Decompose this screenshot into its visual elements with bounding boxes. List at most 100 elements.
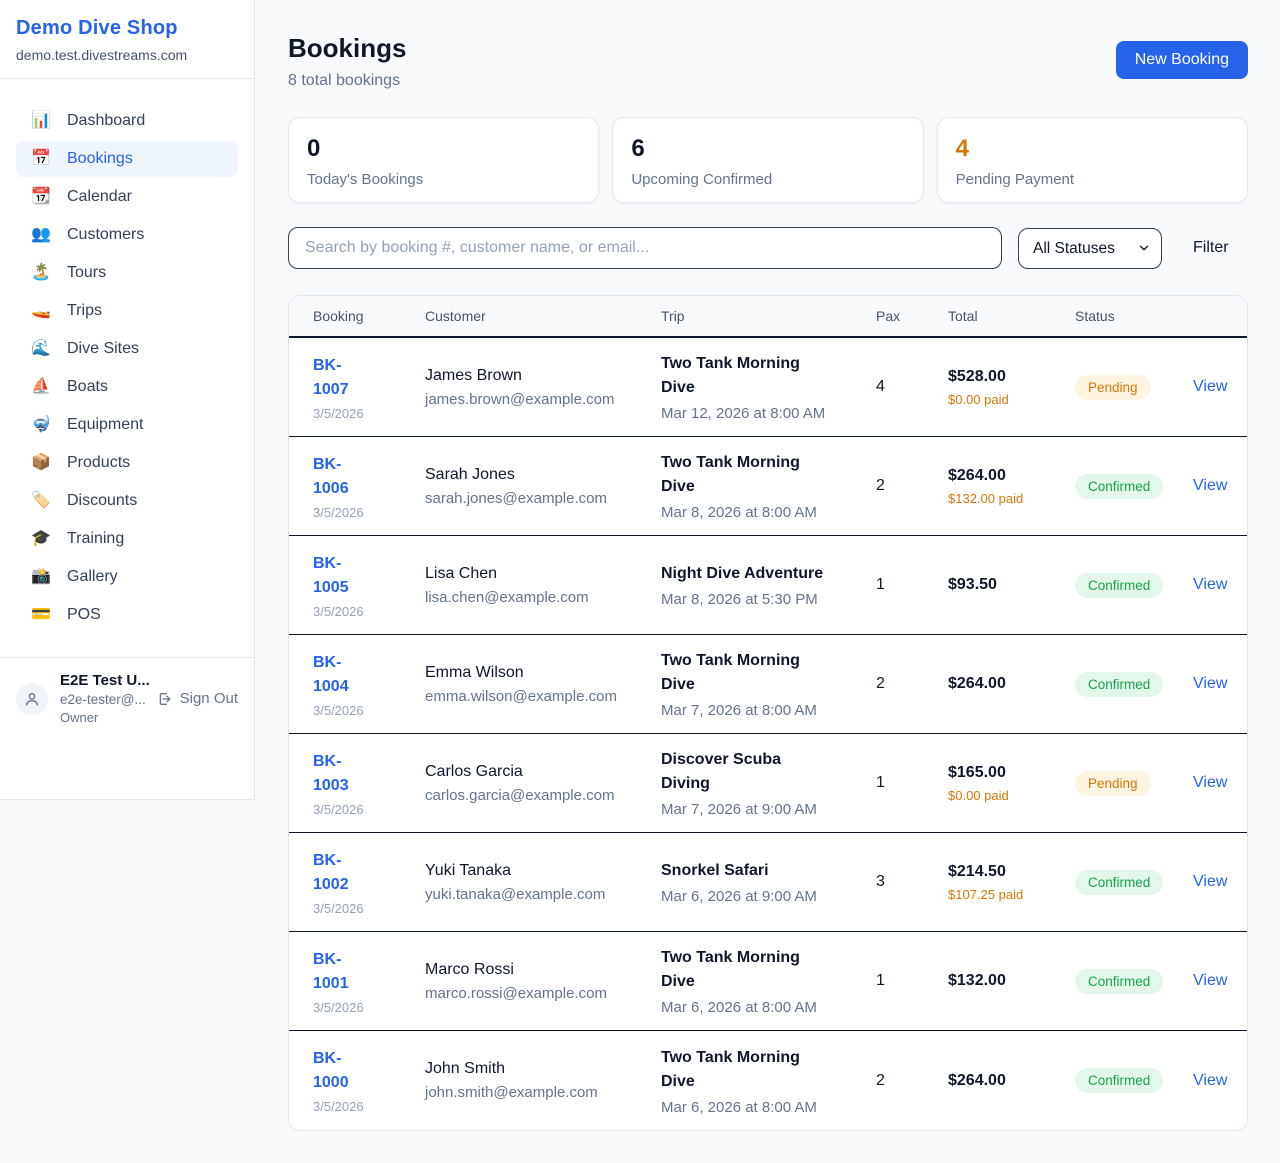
sidebar-item-discounts[interactable]: 🏷️ Discounts: [16, 483, 238, 519]
new-booking-button[interactable]: New Booking: [1116, 41, 1248, 79]
total-amount: $93.50: [948, 576, 1075, 594]
view-link[interactable]: View: [1193, 378, 1227, 396]
status-filter-wrap: All Statuses: [1018, 228, 1162, 269]
customer-name: James Brown: [425, 367, 661, 385]
page-title-block: Bookings 8 total bookings: [288, 33, 406, 90]
status-badge: Pending: [1075, 375, 1151, 400]
sidebar-item-tours[interactable]: 🏝️ Tours: [16, 255, 238, 291]
trip-name: Two Tank Morning Dive: [661, 352, 833, 400]
trip-cell: Two Tank Morning Dive Mar 6, 2026 at 8:0…: [661, 1046, 876, 1116]
sidebar-item-products[interactable]: 📦 Products: [16, 445, 238, 481]
customer-cell: Lisa Chen lisa.chen@example.com: [425, 565, 661, 606]
view-link[interactable]: View: [1193, 972, 1227, 990]
booking-date: 3/5/2026: [313, 901, 425, 916]
main-content: Bookings 8 total bookings New Booking 0 …: [288, 0, 1248, 1163]
total-amount: $528.00: [948, 368, 1075, 386]
customer-name: Yuki Tanaka: [425, 862, 661, 880]
trip-datetime: Mar 12, 2026 at 8:00 AM: [661, 405, 876, 422]
column-header-customer: Customer: [425, 308, 661, 324]
speedboat-icon: 🚤: [30, 303, 52, 319]
sidebar-item-equipment[interactable]: 🤿 Equipment: [16, 407, 238, 443]
booking-id-link[interactable]: BK-1001: [313, 948, 377, 996]
user-name: E2E Test U...: [60, 672, 145, 689]
sidebar-item-calendar[interactable]: 📆 Calendar: [16, 179, 238, 215]
sidebar-item-bookings[interactable]: 📅 Bookings: [16, 141, 238, 177]
booking-cell: BK-1000 3/5/2026: [313, 1047, 425, 1114]
sidebar-item-label: Customers: [67, 226, 144, 244]
status-filter-select[interactable]: All Statuses: [1018, 228, 1162, 269]
trip-cell: Two Tank Morning Dive Mar 12, 2026 at 8:…: [661, 352, 876, 422]
user-section: E2E Test U... e2e-tester@... Owner Sign …: [0, 657, 254, 740]
page-title: Bookings: [288, 33, 406, 64]
view-link[interactable]: View: [1193, 477, 1227, 495]
page-header: Bookings 8 total bookings New Booking: [288, 0, 1248, 90]
booking-date: 3/5/2026: [313, 406, 425, 421]
status-badge: Confirmed: [1075, 1068, 1163, 1093]
booking-id-link[interactable]: BK-1005: [313, 552, 377, 600]
trip-name: Two Tank Morning Dive: [661, 946, 833, 994]
trip-name: Two Tank Morning Dive: [661, 451, 833, 499]
booking-cell: BK-1003 3/5/2026: [313, 750, 425, 817]
pax-cell: 1: [876, 774, 948, 792]
total-cell: $264.00 $132.00 paid: [948, 467, 1075, 506]
status-badge: Confirmed: [1075, 573, 1163, 598]
customer-email: carlos.garcia@example.com: [425, 787, 661, 804]
sidebar-item-trips[interactable]: 🚤 Trips: [16, 293, 238, 329]
sidebar-item-gallery[interactable]: 📸 Gallery: [16, 559, 238, 595]
sidebar-item-dive-sites[interactable]: 🌊 Dive Sites: [16, 331, 238, 367]
sidebar: Demo Dive Shop demo.test.divestreams.com…: [0, 0, 255, 800]
table-row: BK-1000 3/5/2026 John Smith john.smith@e…: [289, 1031, 1247, 1130]
column-header-pax: Pax: [876, 308, 948, 324]
diving-mask-icon: 🤿: [30, 417, 52, 433]
view-link[interactable]: View: [1193, 675, 1227, 693]
sidebar-item-training[interactable]: 🎓 Training: [16, 521, 238, 557]
pax-cell: 1: [876, 576, 948, 594]
booking-id-link[interactable]: BK-1002: [313, 849, 377, 897]
booking-cell: BK-1007 3/5/2026: [313, 354, 425, 421]
booking-id-link[interactable]: BK-1007: [313, 354, 377, 402]
customer-name: Sarah Jones: [425, 466, 661, 484]
booking-id-link[interactable]: BK-1004: [313, 651, 377, 699]
customers-icon: 👥: [30, 227, 52, 243]
sidebar-item-label: Calendar: [67, 188, 132, 206]
camera-icon: 📸: [30, 569, 52, 585]
stat-label: Today's Bookings: [307, 171, 580, 188]
filter-button[interactable]: Filter: [1193, 239, 1229, 257]
stat-value: 0: [307, 135, 580, 163]
paid-amount: $132.00 paid: [948, 491, 1036, 506]
customer-email: john.smith@example.com: [425, 1084, 661, 1101]
sidebar-item-pos[interactable]: 💳 POS: [16, 597, 238, 633]
total-cell: $528.00 $0.00 paid: [948, 368, 1075, 407]
view-link[interactable]: View: [1193, 774, 1227, 792]
sidebar-item-label: Dive Sites: [67, 340, 139, 358]
total-amount: $132.00: [948, 972, 1075, 990]
view-link[interactable]: View: [1193, 576, 1227, 594]
trip-cell: Night Dive Adventure Mar 8, 2026 at 5:30…: [661, 562, 876, 608]
view-link[interactable]: View: [1193, 873, 1227, 891]
booking-id-link[interactable]: BK-1003: [313, 750, 377, 798]
booking-id-link[interactable]: BK-1000: [313, 1047, 377, 1095]
brand-name[interactable]: Demo Dive Shop: [16, 17, 238, 40]
customer-cell: Sarah Jones sarah.jones@example.com: [425, 466, 661, 507]
total-amount: $264.00: [948, 1072, 1075, 1090]
search-input[interactable]: [288, 227, 1002, 269]
sidebar-item-dashboard[interactable]: 📊 Dashboard: [16, 103, 238, 139]
view-link[interactable]: View: [1193, 1072, 1227, 1090]
pax-cell: 4: [876, 378, 948, 396]
sidebar-item-customers[interactable]: 👥 Customers: [16, 217, 238, 253]
customer-cell: John Smith john.smith@example.com: [425, 1060, 661, 1101]
status-cell: Confirmed: [1075, 672, 1193, 697]
sidebar-item-boats[interactable]: ⛵ Boats: [16, 369, 238, 405]
sidebar-item-label: Equipment: [67, 416, 144, 434]
status-badge: Confirmed: [1075, 870, 1163, 895]
trip-cell: Two Tank Morning Dive Mar 8, 2026 at 8:0…: [661, 451, 876, 521]
status-cell: Confirmed: [1075, 474, 1193, 499]
bar-chart-icon: 📊: [30, 113, 52, 129]
total-cell: $132.00: [948, 972, 1075, 990]
stats-row: 0 Today's Bookings 6 Upcoming Confirmed …: [288, 117, 1248, 203]
sign-out-button[interactable]: Sign Out: [157, 690, 238, 707]
trip-cell: Snorkel Safari Mar 6, 2026 at 9:00 AM: [661, 859, 876, 905]
booking-id-link[interactable]: BK-1006: [313, 453, 377, 501]
table-row: BK-1002 3/5/2026 Yuki Tanaka yuki.tanaka…: [289, 833, 1247, 932]
customer-name: Lisa Chen: [425, 565, 661, 583]
